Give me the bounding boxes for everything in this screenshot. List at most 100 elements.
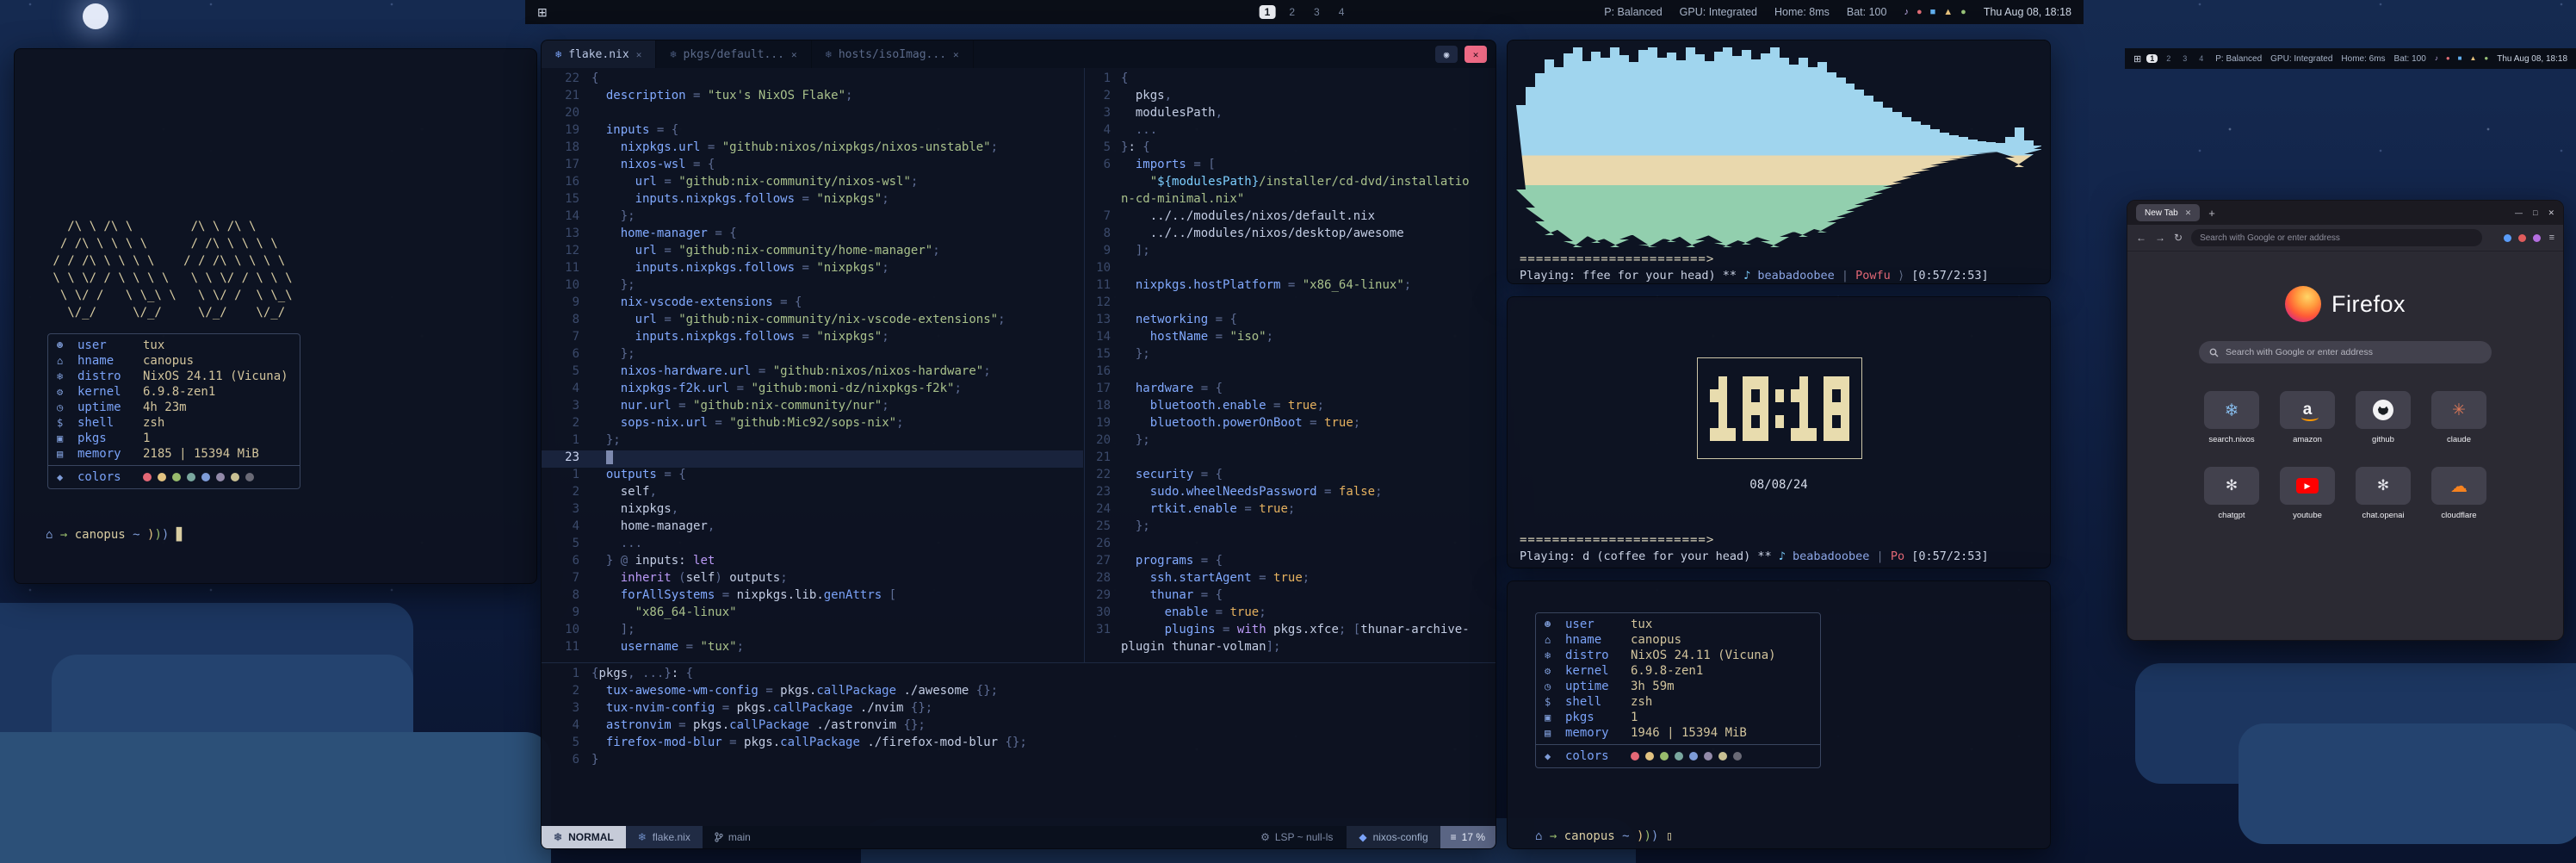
tab-close-icon[interactable]: ✕ xyxy=(636,49,642,60)
browser-tab-new-tab[interactable]: New Tab ✕ xyxy=(2136,204,2200,221)
fetch-value: canopus xyxy=(1631,632,1681,648)
speed-dial-tile[interactable]: a xyxy=(2280,391,2335,429)
speed-dial-item-amazon[interactable]: aamazon xyxy=(2273,391,2342,444)
speed-dial-item-github[interactable]: github xyxy=(2349,391,2418,444)
back-button[interactable]: ← xyxy=(2136,232,2146,244)
extension-icon[interactable] xyxy=(2518,234,2526,242)
terminal-visualizer[interactable]: =======================> Playing: ffee f… xyxy=(1507,40,2051,284)
code-line: 13 networking = { xyxy=(1085,313,1495,330)
maximize-button[interactable]: □ xyxy=(2533,208,2537,217)
workspace-tag-2[interactable]: 2 xyxy=(2163,54,2174,63)
line-number: 18 xyxy=(1085,399,1121,416)
terminal-fastfetch-left[interactable]: /\ \ /\ \ /\ \ /\ \ / /\ \ \ \ \ / /\ \ … xyxy=(14,48,537,584)
clock-cell xyxy=(1718,402,1727,415)
code-text: } @ inputs: let xyxy=(591,554,1083,571)
reload-button[interactable]: ↻ xyxy=(2174,232,2183,244)
code-text: nix-vscode-extensions = { xyxy=(591,295,1083,313)
user-icon: ☻ xyxy=(57,338,77,353)
speed-dial-tile[interactable]: ❄ xyxy=(2204,391,2259,429)
tray-icon[interactable]: ▲ xyxy=(1943,8,1953,17)
editor-window[interactable]: ❄flake.nix✕❄pkgs/default...✕❄hosts/isoIm… xyxy=(541,40,1496,849)
workspace-tag-1[interactable]: 1 xyxy=(2146,54,2158,63)
tray-icon[interactable]: ♪ xyxy=(1904,8,1909,17)
app-menu-icon[interactable]: ⊞ xyxy=(2133,53,2141,65)
speed-dial-tile[interactable]: ☁ xyxy=(2431,467,2486,505)
speed-dial-tile[interactable]: ✻ xyxy=(2204,467,2259,505)
extension-icon[interactable] xyxy=(2504,234,2511,242)
line-number: 7 xyxy=(542,571,591,588)
code-text: nixpkgs-f2k.url = "github:moni-dz/nixpkg… xyxy=(591,382,1083,399)
speed-dial-tile[interactable]: ▶ xyxy=(2280,467,2335,505)
editor-tab-hosts-isoImag-[interactable]: ❄hosts/isoImag...✕ xyxy=(812,40,974,68)
editor-pane-flake[interactable]: 22{21 description = "tux's NixOS Flake";… xyxy=(542,68,1083,662)
clock-cell xyxy=(1791,415,1799,428)
newtab-search-bar[interactable]: Search with Google or enter address xyxy=(2199,341,2492,363)
speed-dial-item-claude[interactable]: ✳claude xyxy=(2424,391,2493,444)
code-text: sops-nix.url = "github:Mic92/sops-nix"; xyxy=(591,416,1083,433)
tray-icon[interactable]: ● xyxy=(2446,55,2450,62)
workspace-tag-3[interactable]: 3 xyxy=(1309,5,1325,19)
speed-dial-item-chatgpt[interactable]: ✻chatgpt xyxy=(2197,467,2266,520)
terminal-clock[interactable]: 08/08/24 =======================> Playin… xyxy=(1507,296,2051,568)
fetch-value: NixOS 24.11 (Vicuna) xyxy=(1631,648,1776,663)
color-dot xyxy=(1704,752,1712,761)
tray-icon[interactable]: ▲ xyxy=(2470,55,2477,62)
speed-dial-tile[interactable]: ✳ xyxy=(2431,391,2486,429)
shell-prompt[interactable]: ⌂ → canopus ~ ))) ▊ xyxy=(46,528,183,542)
tray-icon[interactable]: ● xyxy=(1960,8,1966,17)
clock-digit xyxy=(1710,376,1736,441)
speed-dial-tile[interactable] xyxy=(2356,391,2411,429)
new-tab-button[interactable]: + xyxy=(2208,207,2215,220)
workspace-tag-3[interactable]: 3 xyxy=(2179,54,2190,63)
tab-close-icon[interactable]: ✕ xyxy=(2185,208,2192,218)
speed-dial-item-cloudflare[interactable]: ☁cloudflare xyxy=(2424,467,2493,520)
code-text: outputs = { xyxy=(591,468,1083,485)
speed-dial-item-chat-openai[interactable]: ✻chat.openai xyxy=(2349,467,2418,520)
fetch-row-colors: ◆colors xyxy=(48,469,300,485)
clock-cell xyxy=(1743,376,1751,389)
fetch-row-kernel: ⚙kernel6.9.8-zen1 xyxy=(48,384,300,400)
code-line: 25 }; xyxy=(1085,519,1495,537)
tray-icon[interactable]: ■ xyxy=(1930,8,1936,17)
shell-prompt[interactable]: ⌂ → canopus ~ ))) ▯ xyxy=(1535,829,1673,843)
color-palette xyxy=(1631,752,1742,761)
editor-pane-pkgs[interactable]: 1{pkgs, ...}: {2 tux-awesome-wm-config =… xyxy=(542,662,1495,826)
speed-dial-item-search-nixos[interactable]: ❄search.nixos xyxy=(2197,391,2266,444)
kernel-icon: ⚙ xyxy=(1545,663,1565,679)
terminal-fastfetch-right[interactable]: ☻usertux⌂hnamecanopus❄distroNixOS 24.11 … xyxy=(1507,581,2051,849)
code-line: 23 xyxy=(542,450,1083,468)
tab-close-icon[interactable]: ✕ xyxy=(953,49,959,60)
tray-icon[interactable]: ■ xyxy=(2458,55,2462,62)
tab-label: flake.nix xyxy=(568,48,629,61)
workspace-tag-4[interactable]: 4 xyxy=(1334,5,1350,19)
minimize-button[interactable]: — xyxy=(2515,208,2523,217)
tray-icon[interactable]: ● xyxy=(1917,8,1923,17)
text-segment: canopus xyxy=(75,528,133,542)
tray-icon[interactable]: ● xyxy=(2484,55,2488,62)
close-button[interactable]: ✕ xyxy=(2548,208,2554,218)
workspace-tag-4[interactable]: 4 xyxy=(2195,54,2207,63)
code-text: plugin thunar-volman]; xyxy=(1121,640,1495,657)
forward-button[interactable]: → xyxy=(2155,232,2165,244)
workspace-tag-1[interactable]: 1 xyxy=(1260,5,1276,19)
line-number: 20 xyxy=(1085,433,1121,450)
workspace-tag-2[interactable]: 2 xyxy=(1284,5,1300,19)
tab-close-icon[interactable]: ✕ xyxy=(791,49,797,60)
firefox-window[interactable]: New Tab ✕ + — □ ✕ ← → ↻ Search with Google… xyxy=(2127,200,2564,641)
speed-dial-tile[interactable]: ✻ xyxy=(2356,467,2411,505)
app-menu-icon[interactable]: ⊞ xyxy=(537,5,548,20)
editor-tabs: ❄flake.nix✕❄pkgs/default...✕❄hosts/isoIm… xyxy=(542,40,974,68)
editor-tab-flake-nix[interactable]: ❄flake.nix✕ xyxy=(542,40,656,68)
buffer-pick-button[interactable]: ◉ xyxy=(1435,46,1458,63)
editor-pane-iso[interactable]: 1{2 pkgs,3 modulesPath,4 ...5}: {6 impor… xyxy=(1084,68,1495,662)
status-modules: P: BalancedGPU: IntegratedHome: 8msBat: … xyxy=(1604,6,1886,18)
line-number: 6 xyxy=(542,554,591,571)
speed-dial-item-youtube[interactable]: ▶youtube xyxy=(2273,467,2342,520)
line-number: 10 xyxy=(542,278,591,295)
hamburger-menu-icon[interactable]: ≡ xyxy=(2549,233,2554,243)
window-close-button[interactable]: ✕ xyxy=(1464,46,1487,63)
extension-icon[interactable] xyxy=(2533,234,2541,242)
address-bar[interactable]: Search with Google or enter address xyxy=(2191,229,2482,246)
tray-icon[interactable]: ♪ xyxy=(2435,55,2438,62)
editor-tab-pkgs-default-[interactable]: ❄pkgs/default...✕ xyxy=(656,40,811,68)
